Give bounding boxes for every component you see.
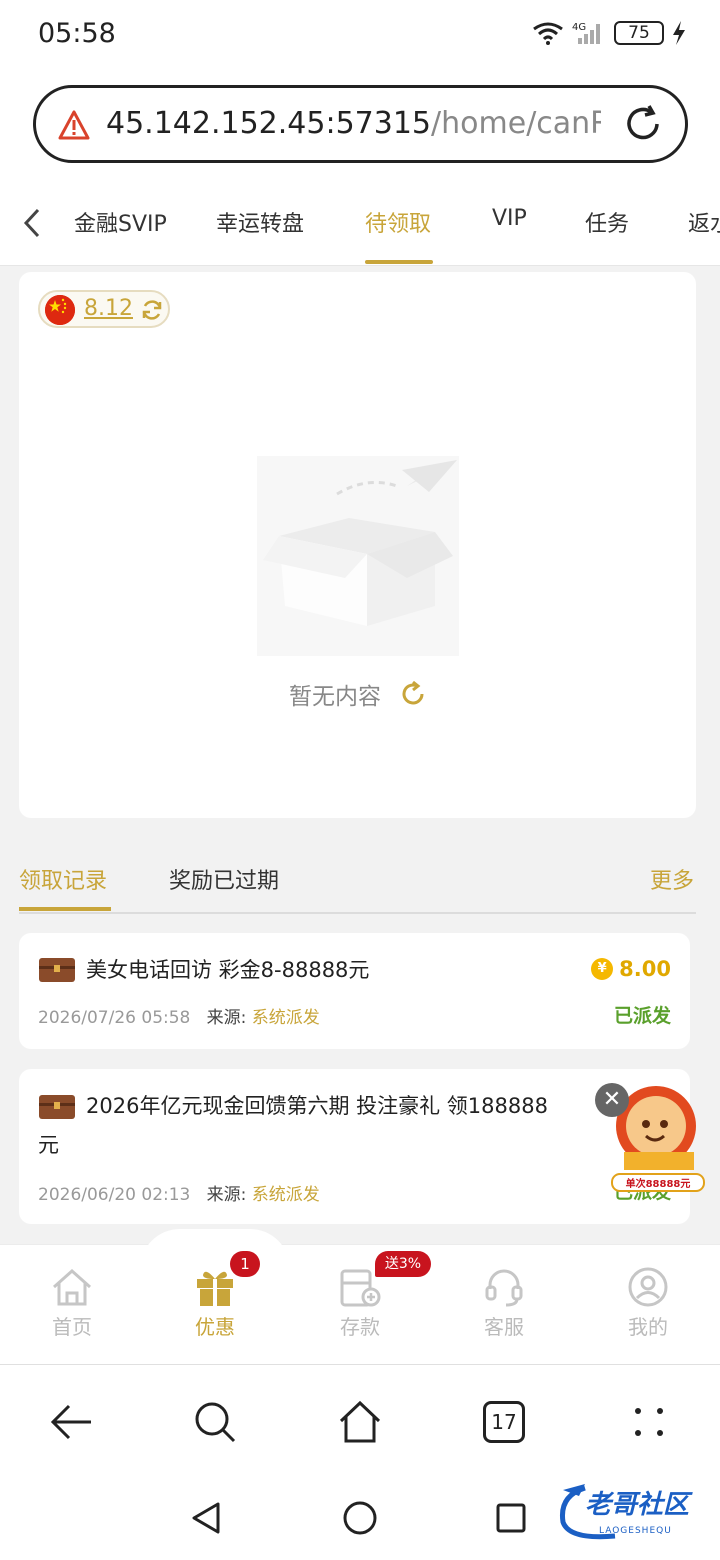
category-tabs: 金融SVIP 幸运转盘 待领取 VIP 任务 返水 bbox=[0, 180, 720, 266]
balance-chip[interactable]: 8.12 bbox=[38, 290, 170, 328]
nav-label: 优惠 bbox=[195, 1315, 235, 1339]
empty-state-text: 暂无内容 bbox=[289, 684, 381, 710]
svg-text:4G: 4G bbox=[572, 22, 586, 33]
record-amount: ¥ 8.00 bbox=[591, 957, 671, 981]
empty-box-illustration bbox=[257, 456, 459, 656]
deposit-bonus-badge: 送3% bbox=[375, 1251, 431, 1277]
tab-svip[interactable]: 金融SVIP bbox=[74, 206, 167, 238]
tab-lucky-wheel[interactable]: 幸运转盘 bbox=[216, 206, 304, 238]
charging-icon bbox=[673, 21, 685, 45]
nav-support[interactable]: 客服 bbox=[459, 1267, 549, 1340]
url-text[interactable]: 45.142.152.45:57315/home/canRe bbox=[106, 106, 601, 141]
nav-label: 首页 bbox=[52, 1315, 92, 1339]
tab-label: 任务 bbox=[585, 212, 630, 237]
system-recents-icon[interactable] bbox=[495, 1502, 527, 1534]
wifi-icon bbox=[533, 22, 563, 45]
refresh-icon[interactable] bbox=[140, 298, 164, 322]
reload-icon[interactable] bbox=[621, 102, 665, 146]
warning-icon[interactable] bbox=[58, 110, 90, 140]
system-nav-bar: 老哥社区 LAOGESHEQU bbox=[0, 1476, 720, 1560]
source-label: 来源: bbox=[206, 1008, 247, 1028]
url-host: 45.142.152.45:57315 bbox=[106, 106, 432, 141]
china-flag-icon bbox=[45, 295, 75, 325]
signal-icon: 4G bbox=[572, 22, 600, 44]
status-icons: 4G 75 bbox=[532, 20, 686, 46]
browser-toolbar: 45.142.152.45:57315/home/canRe bbox=[0, 70, 720, 180]
chevron-left-icon[interactable] bbox=[18, 206, 46, 240]
tab-label: 返水 bbox=[688, 212, 720, 237]
record-item[interactable]: 2026年亿元现金回馈第六期 投注豪礼 领188888 元 2026/06/20… bbox=[19, 1069, 690, 1224]
source-value: 系统派发 bbox=[251, 1008, 320, 1028]
nav-promotions[interactable]: 优惠 bbox=[170, 1267, 260, 1340]
home-icon bbox=[53, 1268, 91, 1306]
url-path: /home/canRe bbox=[431, 106, 601, 141]
tab-vip[interactable]: VIP bbox=[492, 206, 527, 231]
record-time: 2026/07/26 05:58 bbox=[38, 1008, 191, 1028]
status-bar: 05:58 4G 75 bbox=[0, 0, 720, 70]
watermark-text: 老哥社区 bbox=[585, 1490, 690, 1520]
url-bar[interactable]: 45.142.152.45:57315/home/canRe bbox=[33, 85, 688, 163]
tab-rebate[interactable]: 返水 bbox=[688, 206, 720, 238]
more-link[interactable]: 更多 bbox=[650, 863, 694, 895]
nav-profile[interactable]: 我的 bbox=[603, 1267, 693, 1340]
search-icon[interactable] bbox=[192, 1399, 238, 1445]
watermark-logo: 老哥社区 LAOGESHEQU bbox=[555, 1476, 705, 1546]
user-icon bbox=[628, 1267, 668, 1307]
gift-icon bbox=[197, 1271, 233, 1306]
nav-label: 客服 bbox=[484, 1315, 524, 1339]
promo-label: 单次88888元 bbox=[626, 1177, 691, 1190]
nav-label: 我的 bbox=[628, 1315, 668, 1339]
record-title-continued: 元 bbox=[38, 1133, 59, 1157]
record-time: 2026/06/20 02:13 bbox=[38, 1185, 191, 1205]
treasure-chest-icon bbox=[39, 1095, 75, 1119]
nav-bulge bbox=[140, 1229, 290, 1269]
tab-claim-records[interactable]: 领取记录 bbox=[19, 863, 107, 895]
status-badge: 已派发 bbox=[613, 1005, 671, 1027]
source-label: 来源: bbox=[206, 1185, 247, 1205]
nav-label: 存款 bbox=[340, 1315, 380, 1339]
browser-bottom-bar: 17 bbox=[0, 1364, 720, 1476]
tab-label: 待领取 bbox=[365, 212, 432, 237]
system-home-icon[interactable] bbox=[342, 1500, 378, 1536]
record-meta: 2026/06/20 02:13 来源: 系统派发 bbox=[38, 1180, 320, 1205]
system-back-icon[interactable] bbox=[190, 1500, 222, 1536]
active-tab-indicator bbox=[19, 907, 111, 911]
coin-icon: ¥ bbox=[591, 958, 614, 980]
reload-icon[interactable] bbox=[399, 680, 427, 708]
home-icon[interactable] bbox=[337, 1399, 383, 1445]
notification-badge: 1 bbox=[230, 1251, 260, 1277]
record-title: 2026年亿元现金回馈第六期 投注豪礼 领188888 bbox=[86, 1094, 548, 1118]
tab-tasks[interactable]: 任务 bbox=[585, 206, 629, 238]
tab-label: 金融SVIP bbox=[74, 212, 167, 237]
tabs-count-button[interactable]: 17 bbox=[483, 1401, 525, 1443]
nav-home[interactable]: 首页 bbox=[27, 1267, 117, 1340]
balance-value[interactable]: 8.12 bbox=[84, 296, 133, 321]
record-title: 美女电话回访 彩金8-88888元 bbox=[86, 958, 370, 982]
treasure-chest-icon bbox=[39, 958, 75, 982]
record-item[interactable]: 美女电话回访 彩金8-88888元 ¥ 8.00 2026/07/26 05:5… bbox=[19, 933, 690, 1049]
battery-indicator: 75 bbox=[614, 21, 664, 45]
tab-label: VIP bbox=[492, 206, 527, 231]
active-tab-indicator bbox=[365, 260, 433, 264]
nav-deposit[interactable]: 存款 bbox=[315, 1267, 405, 1340]
app-bottom-nav: 首页 优惠 1 存款 送3% 客服 我的 bbox=[0, 1229, 720, 1364]
tab-label: 幸运转盘 bbox=[216, 212, 305, 237]
pending-rewards-card: 8.12 暂无内容 bbox=[19, 272, 696, 818]
more-menu-icon[interactable] bbox=[626, 1399, 672, 1445]
amount-value: 8.00 bbox=[619, 957, 671, 981]
source-value: 系统派发 bbox=[251, 1185, 320, 1205]
record-meta: 2026/07/26 05:58 来源: 系统派发 bbox=[38, 1003, 320, 1028]
headset-icon bbox=[485, 1269, 523, 1307]
records-tabs: 领取记录 奖励已过期 更多 bbox=[19, 858, 696, 914]
clock: 05:58 bbox=[38, 18, 116, 49]
arrow-left-icon[interactable] bbox=[49, 1399, 95, 1445]
tab-expired-rewards[interactable]: 奖励已过期 bbox=[169, 863, 279, 895]
close-icon[interactable]: ✕ bbox=[595, 1083, 629, 1117]
watermark-subtext: LAOGESHEQU bbox=[599, 1526, 672, 1536]
tab-pending[interactable]: 待领取 bbox=[365, 206, 431, 238]
